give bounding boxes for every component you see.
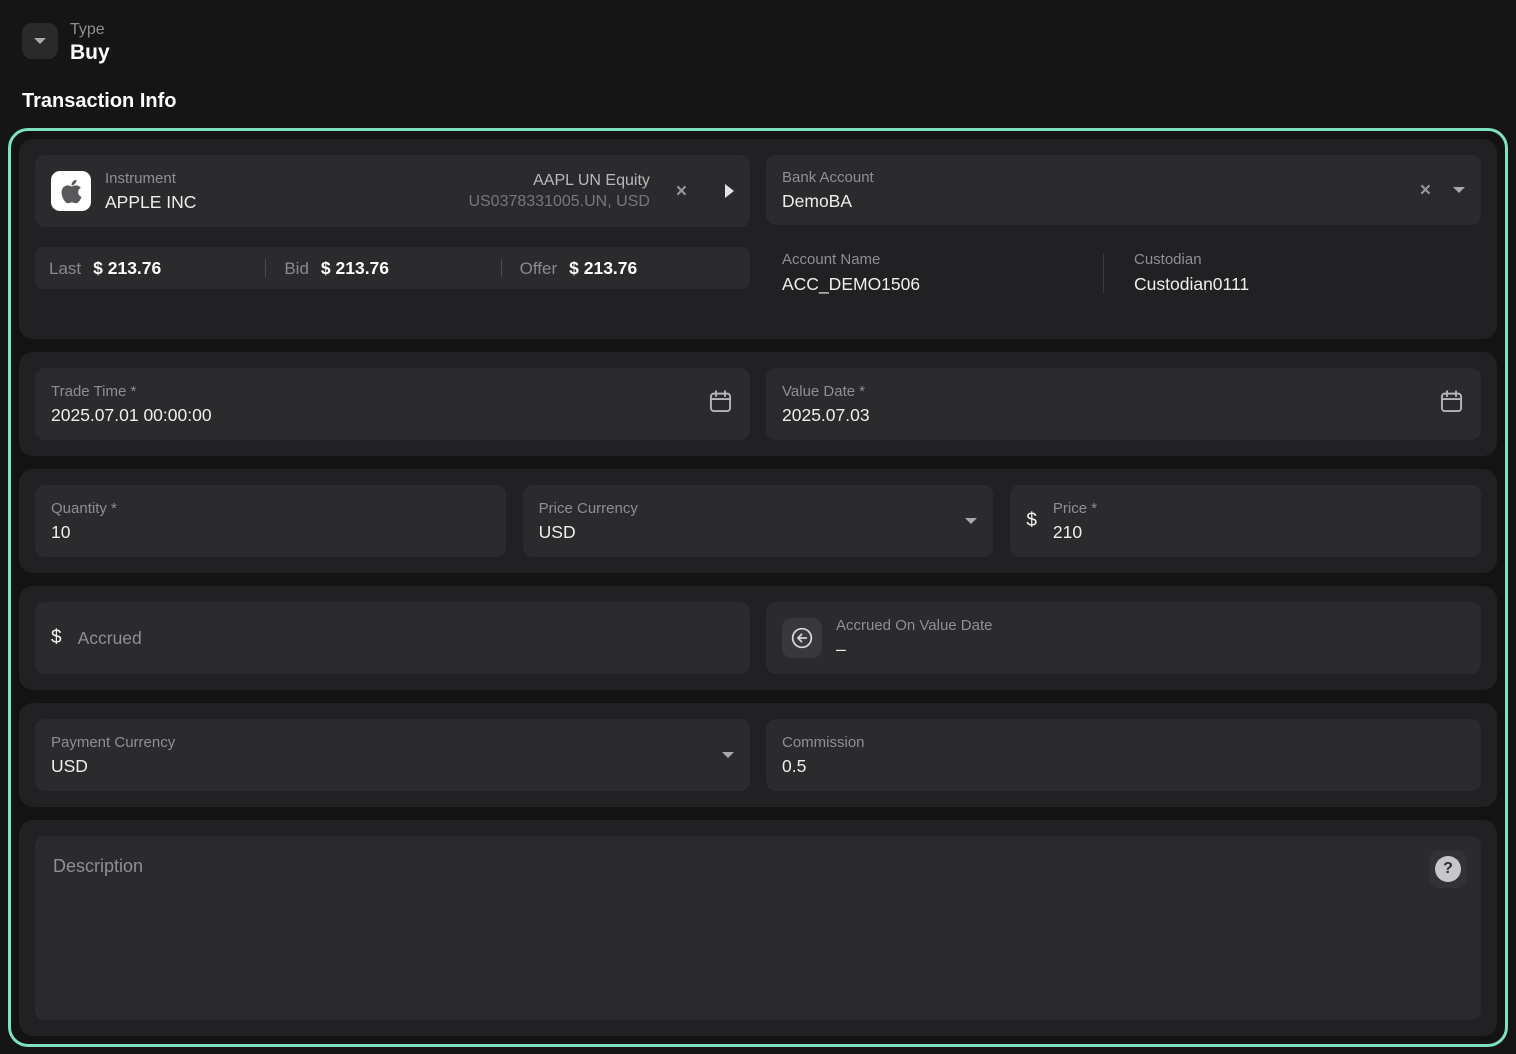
description-placeholder: Description bbox=[53, 856, 143, 876]
type-value: Buy bbox=[70, 40, 110, 66]
bid-value: $ 213.76 bbox=[321, 258, 389, 279]
page-header: Type Buy Transaction Info bbox=[0, 0, 1516, 113]
quantity-field[interactable]: Quantity * 10 bbox=[35, 485, 506, 557]
last-value: $ 213.76 bbox=[93, 258, 161, 279]
dates-section: Trade Time * 2025.07.01 00:00:00 Value D… bbox=[19, 352, 1497, 456]
quantity-label: Quantity * bbox=[51, 500, 490, 518]
price-currency-field[interactable]: Price Currency USD bbox=[523, 485, 994, 557]
commission-field[interactable]: Commission 0.5 bbox=[766, 719, 1481, 791]
dollar-icon: $ bbox=[51, 627, 62, 649]
offer-label: Offer bbox=[520, 259, 557, 279]
trade-time-value: 2025.07.01 00:00:00 bbox=[51, 404, 707, 426]
instrument-clear-icon[interactable]: × bbox=[670, 182, 693, 201]
price-currency-caret-icon[interactable] bbox=[965, 518, 977, 524]
description-textarea[interactable]: Description ? bbox=[35, 836, 1481, 1020]
quantity-price-section: Quantity * 10 Price Currency USD $ Price… bbox=[19, 469, 1497, 573]
type-dropdown-button[interactable] bbox=[22, 23, 58, 59]
instrument-field[interactable]: Instrument APPLE INC AAPL UN Equity US03… bbox=[35, 155, 750, 227]
last-quote: Last $ 213.76 bbox=[49, 258, 265, 279]
help-button[interactable]: ? bbox=[1429, 850, 1467, 888]
instrument-label: Instrument bbox=[105, 170, 454, 188]
type-label: Type bbox=[70, 20, 110, 40]
account-info: Account Name ACC_DEMO1506 Custodian Cust… bbox=[766, 251, 1481, 295]
value-date-field[interactable]: Value Date * 2025.07.03 bbox=[766, 368, 1481, 440]
account-name-value: ACC_DEMO1506 bbox=[782, 273, 1103, 295]
quote-divider bbox=[265, 259, 266, 277]
price-label: Price * bbox=[1053, 500, 1465, 518]
arrow-left-circle-icon bbox=[789, 625, 815, 651]
payment-currency-field[interactable]: Payment Currency USD bbox=[35, 719, 750, 791]
bid-label: Bid bbox=[284, 259, 309, 279]
accrued-on-value-date-label: Accrued On Value Date bbox=[836, 617, 1465, 635]
accrued-on-value-date-value: – bbox=[836, 638, 1465, 660]
apple-logo-icon bbox=[51, 171, 91, 211]
instrument-ticker: AAPL UN Equity bbox=[533, 172, 650, 190]
instrument-name: APPLE INC bbox=[105, 191, 454, 213]
bank-account-clear-icon[interactable]: × bbox=[1414, 181, 1437, 200]
bank-account-caret-icon[interactable] bbox=[1453, 187, 1465, 193]
price-value: 210 bbox=[1053, 521, 1465, 543]
trade-time-label: Trade Time * bbox=[51, 383, 707, 401]
calendar-icon[interactable] bbox=[1438, 388, 1465, 420]
type-selector-row: Type Buy bbox=[22, 20, 1516, 66]
transaction-info-panel: Instrument APPLE INC AAPL UN Equity US03… bbox=[8, 128, 1508, 1047]
type-field[interactable]: Type Buy bbox=[70, 20, 110, 66]
price-currency-value: USD bbox=[539, 521, 966, 543]
bank-account-value: DemoBA bbox=[782, 190, 1414, 212]
page-title: Transaction Info bbox=[22, 90, 1516, 113]
dollar-icon: $ bbox=[1026, 510, 1037, 532]
chevron-down-icon bbox=[34, 38, 46, 44]
accrued-placeholder: Accrued bbox=[78, 627, 142, 649]
value-date-value: 2025.07.03 bbox=[782, 404, 1438, 426]
question-mark-icon: ? bbox=[1435, 856, 1461, 882]
instrument-bank-section: Instrument APPLE INC AAPL UN Equity US03… bbox=[19, 139, 1497, 339]
payment-currency-caret-icon[interactable] bbox=[722, 752, 734, 758]
account-name-label: Account Name bbox=[782, 251, 1103, 269]
commission-value: 0.5 bbox=[782, 755, 1465, 777]
instrument-isin: US0378331005.UN, USD bbox=[468, 193, 649, 211]
instrument-expand-icon[interactable] bbox=[725, 184, 734, 198]
payment-currency-label: Payment Currency bbox=[51, 734, 722, 752]
quote-strip: Last $ 213.76 Bid $ 213.76 Offer $ 213.7… bbox=[35, 247, 750, 289]
accrued-field[interactable]: $ Accrued bbox=[35, 602, 750, 674]
custodian-label: Custodian bbox=[1134, 251, 1425, 269]
quote-divider bbox=[501, 259, 502, 277]
quantity-value: 10 bbox=[51, 521, 490, 543]
accrued-on-value-date-field[interactable]: Accrued On Value Date – bbox=[766, 602, 1481, 674]
bank-account-label: Bank Account bbox=[782, 169, 1414, 187]
copy-back-button[interactable] bbox=[782, 618, 822, 658]
payment-currency-value: USD bbox=[51, 755, 722, 777]
offer-quote: Offer $ 213.76 bbox=[520, 258, 736, 279]
calendar-icon[interactable] bbox=[707, 388, 734, 420]
price-field[interactable]: $ Price * 210 bbox=[1010, 485, 1481, 557]
payment-commission-section: Payment Currency USD Commission 0.5 bbox=[19, 703, 1497, 807]
offer-value: $ 213.76 bbox=[569, 258, 637, 279]
trade-time-field[interactable]: Trade Time * 2025.07.01 00:00:00 bbox=[35, 368, 750, 440]
commission-label: Commission bbox=[782, 734, 1465, 752]
custodian-value: Custodian0111 bbox=[1134, 273, 1425, 295]
bank-account-field[interactable]: Bank Account DemoBA × bbox=[766, 155, 1481, 225]
description-section: Description ? bbox=[19, 820, 1497, 1036]
bid-quote: Bid $ 213.76 bbox=[284, 258, 500, 279]
price-currency-label: Price Currency bbox=[539, 500, 966, 518]
accrued-section: $ Accrued Accrued On Value Date – bbox=[19, 586, 1497, 690]
last-label: Last bbox=[49, 259, 81, 279]
value-date-label: Value Date * bbox=[782, 383, 1438, 401]
